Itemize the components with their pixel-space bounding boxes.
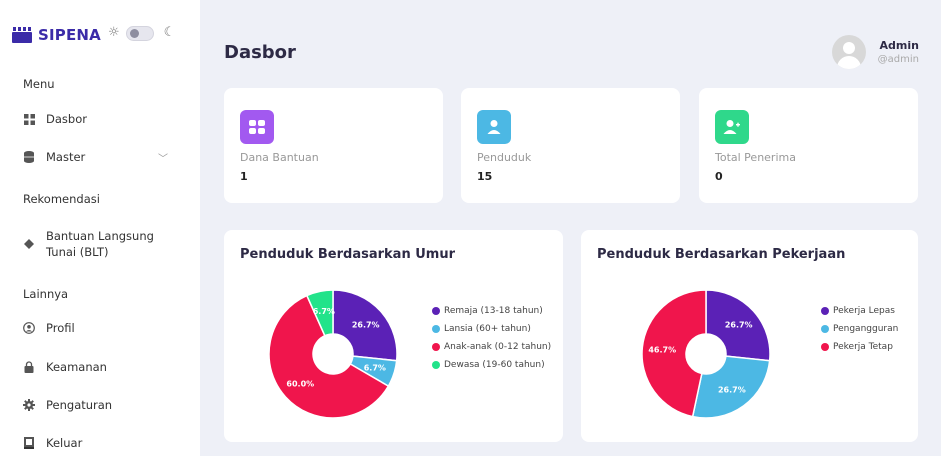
sidebar: SIPENA ☼ ☾ Menu Dasbor Master ﹀ Rekomend… xyxy=(0,0,200,456)
legend-swatch xyxy=(432,307,440,315)
logo-icon xyxy=(12,27,32,43)
user-menu[interactable]: Admin @admin xyxy=(831,35,919,69)
sidebar-item-profil[interactable]: Profil xyxy=(23,321,75,335)
pie-data-label: 6.7% xyxy=(313,307,335,316)
chevron-down-icon: ﹀ xyxy=(158,154,168,165)
pie-data-label: 60.0% xyxy=(286,379,314,388)
stat-label: Dana Bantuan xyxy=(240,151,319,164)
stat-value: 1 xyxy=(240,170,248,183)
user-name: Admin xyxy=(879,39,919,52)
stat-label: Total Penerima xyxy=(715,151,796,164)
theme-switch[interactable] xyxy=(125,25,154,41)
brand[interactable]: SIPENA xyxy=(12,26,101,44)
page-title: Dasbor xyxy=(224,42,296,63)
sidebar-item-label: Keamanan xyxy=(46,360,107,374)
sun-icon: ☼ xyxy=(108,25,120,40)
legend-label: Dewasa (19-60 tahun) xyxy=(444,360,545,370)
chart-legend: Remaja (13-18 tahun) Lansia (60+ tahun) An… xyxy=(432,302,551,374)
section-rekomendasi: Rekomendasi xyxy=(23,192,100,206)
section-menu: Menu xyxy=(23,77,55,91)
user-icon xyxy=(477,110,511,144)
legend-label: Remaja (13-18 tahun) xyxy=(444,306,543,316)
chart-legend: Pekerja Lepas Pengangguran Pekerja Tetap xyxy=(821,302,898,356)
sidebar-item-keamanan[interactable]: Keamanan xyxy=(23,360,107,374)
legend-label: Lansia (60+ tahun) xyxy=(444,324,531,334)
pie-data-label: 26.7% xyxy=(352,321,380,330)
chart-card-pekerjaan: Penduduk Berdasarkan Pekerjaan 26.7% 26.7… xyxy=(581,230,918,442)
legend-swatch xyxy=(821,343,829,351)
stat-card-dana-bantuan: Dana Bantuan 1 xyxy=(224,88,443,203)
gear-icon xyxy=(23,399,35,411)
pie-data-label: 46.7% xyxy=(648,345,676,354)
lock-icon xyxy=(23,361,35,373)
diamond-icon xyxy=(23,238,35,250)
stat-value: 15 xyxy=(477,170,493,183)
pie-data-label: 6.7% xyxy=(364,364,386,373)
sidebar-item-label: Pengaturan xyxy=(46,398,113,412)
stat-label: Penduduk xyxy=(477,151,532,164)
grid-icon xyxy=(23,113,35,125)
legend-item[interactable]: Remaja (13-18 tahun) xyxy=(432,302,551,320)
user-plus-icon xyxy=(715,110,749,144)
stat-card-total-penerima: Total Penerima 0 xyxy=(699,88,918,203)
legend-item[interactable]: Anak-anak (0-12 tahun) xyxy=(432,338,551,356)
sidebar-item-master[interactable]: Master ﹀ xyxy=(23,150,183,165)
sidebar-item-label: Tunai (BLT) xyxy=(46,245,109,259)
legend-item[interactable]: Lansia (60+ tahun) xyxy=(432,320,551,338)
pie-data-label: 26.7% xyxy=(725,321,753,330)
stat-value: 0 xyxy=(715,170,723,183)
legend-item[interactable]: Dewasa (19-60 tahun) xyxy=(432,356,551,374)
brand-name: SIPENA xyxy=(38,26,101,44)
grid-icon xyxy=(240,110,274,144)
legend-label: Anak-anak (0-12 tahun) xyxy=(444,342,552,352)
legend-label: Pengangguran xyxy=(833,324,899,334)
chart-card-umur: Penduduk Berdasarkan Umur 26.7% 6.7% 60.0%… xyxy=(224,230,563,442)
sidebar-item-label: Keluar xyxy=(46,436,83,450)
legend-swatch xyxy=(821,307,829,315)
user-circle-icon xyxy=(23,322,35,334)
legend-label: Pekerja Tetap xyxy=(833,342,893,352)
legend-label: Pekerja Lepas xyxy=(833,306,895,316)
sidebar-item-label: Profil xyxy=(46,321,75,335)
sidebar-item-keluar[interactable]: Keluar xyxy=(23,436,82,450)
legend-swatch xyxy=(432,361,440,369)
pie-data-label: 26.7% xyxy=(718,386,746,395)
sidebar-item-pengaturan[interactable]: Pengaturan xyxy=(23,398,112,412)
avatar[interactable] xyxy=(831,35,866,69)
legend-item[interactable]: Pekerja Tetap xyxy=(821,338,898,356)
moon-icon: ☾ xyxy=(163,25,176,40)
user-handle: @admin xyxy=(877,54,919,65)
database-icon xyxy=(23,151,35,163)
legend-swatch xyxy=(821,325,829,333)
sidebar-item-label: Master xyxy=(46,150,86,164)
legend-swatch xyxy=(432,325,440,333)
sidebar-item-blt[interactable]: Bantuan Langsung Tunai (BLT) xyxy=(23,228,154,260)
sidebar-item-dasbor[interactable]: Dasbor xyxy=(23,112,87,126)
sidebar-item-label: Dasbor xyxy=(46,112,87,126)
logout-icon xyxy=(23,437,35,449)
sidebar-item-label: Bantuan Langsung xyxy=(46,229,154,243)
stat-card-penduduk: Penduduk 15 xyxy=(461,88,680,203)
legend-item[interactable]: Pengangguran xyxy=(821,320,898,338)
theme-toggle[interactable]: ☼ ☾ xyxy=(108,25,175,41)
legend-swatch xyxy=(432,343,440,351)
legend-item[interactable]: Pekerja Lepas xyxy=(821,302,898,320)
section-lainnya: Lainnya xyxy=(23,287,69,301)
